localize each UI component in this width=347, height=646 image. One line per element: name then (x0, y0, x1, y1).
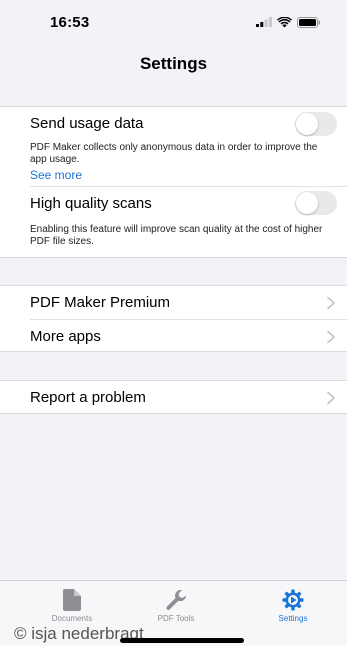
high-quality-scans-row: High quality scans (0, 187, 347, 219)
status-time: 16:53 (50, 13, 90, 31)
tab-documents[interactable]: Documents (22, 589, 122, 623)
tab-settings-label: Settings (278, 614, 308, 623)
see-more-link[interactable]: See more (0, 165, 347, 182)
tab-documents-label: Documents (51, 614, 93, 623)
links-group: PDF Maker Premium More apps (0, 285, 347, 352)
home-indicator[interactable] (120, 638, 244, 643)
more-apps-label: More apps (30, 328, 101, 345)
more-apps-row[interactable]: More apps (0, 320, 347, 353)
toggle-knob (296, 112, 318, 135)
tab-pdf-tools[interactable]: PDF Tools (126, 589, 226, 623)
wifi-icon (277, 16, 292, 27)
tab-settings[interactable]: Settings (243, 589, 343, 623)
status-bar: 16:53 (0, 0, 347, 44)
chevron-right-icon (327, 391, 335, 404)
high-quality-scans-description: Enabling this feature will improve scan … (30, 224, 323, 247)
report-a-problem-row[interactable]: Report a problem (0, 381, 347, 414)
toggle-knob (296, 192, 318, 214)
pdf-maker-premium-label: PDF Maker Premium (30, 294, 171, 311)
send-usage-data-toggle[interactable] (295, 111, 337, 136)
wrench-icon (166, 589, 187, 610)
battery-icon (297, 16, 321, 28)
privacy-settings-group: Send usage data PDF Maker collects only … (0, 106, 347, 258)
document-icon (63, 589, 81, 611)
status-icons (256, 16, 321, 28)
support-group: Report a problem (0, 380, 347, 414)
chevron-right-icon (327, 296, 335, 309)
send-usage-data-description: PDF Maker collects only anonymous data i… (30, 142, 318, 165)
high-quality-scans-toggle[interactable] (295, 191, 337, 215)
send-usage-data-label: Send usage data (30, 115, 144, 132)
navigation-bar: Settings (0, 44, 347, 84)
report-a-problem-label: Report a problem (30, 389, 146, 406)
send-usage-data-row: Send usage data (0, 107, 347, 140)
tab-pdf-tools-label: PDF Tools (157, 614, 195, 623)
page-title: Settings (139, 54, 208, 73)
cellular-signal-icon (256, 17, 272, 27)
chevron-right-icon (327, 330, 335, 343)
pdf-maker-premium-row[interactable]: PDF Maker Premium (0, 286, 347, 319)
gear-icon (282, 589, 304, 611)
high-quality-scans-label: High quality scans (30, 194, 152, 212)
